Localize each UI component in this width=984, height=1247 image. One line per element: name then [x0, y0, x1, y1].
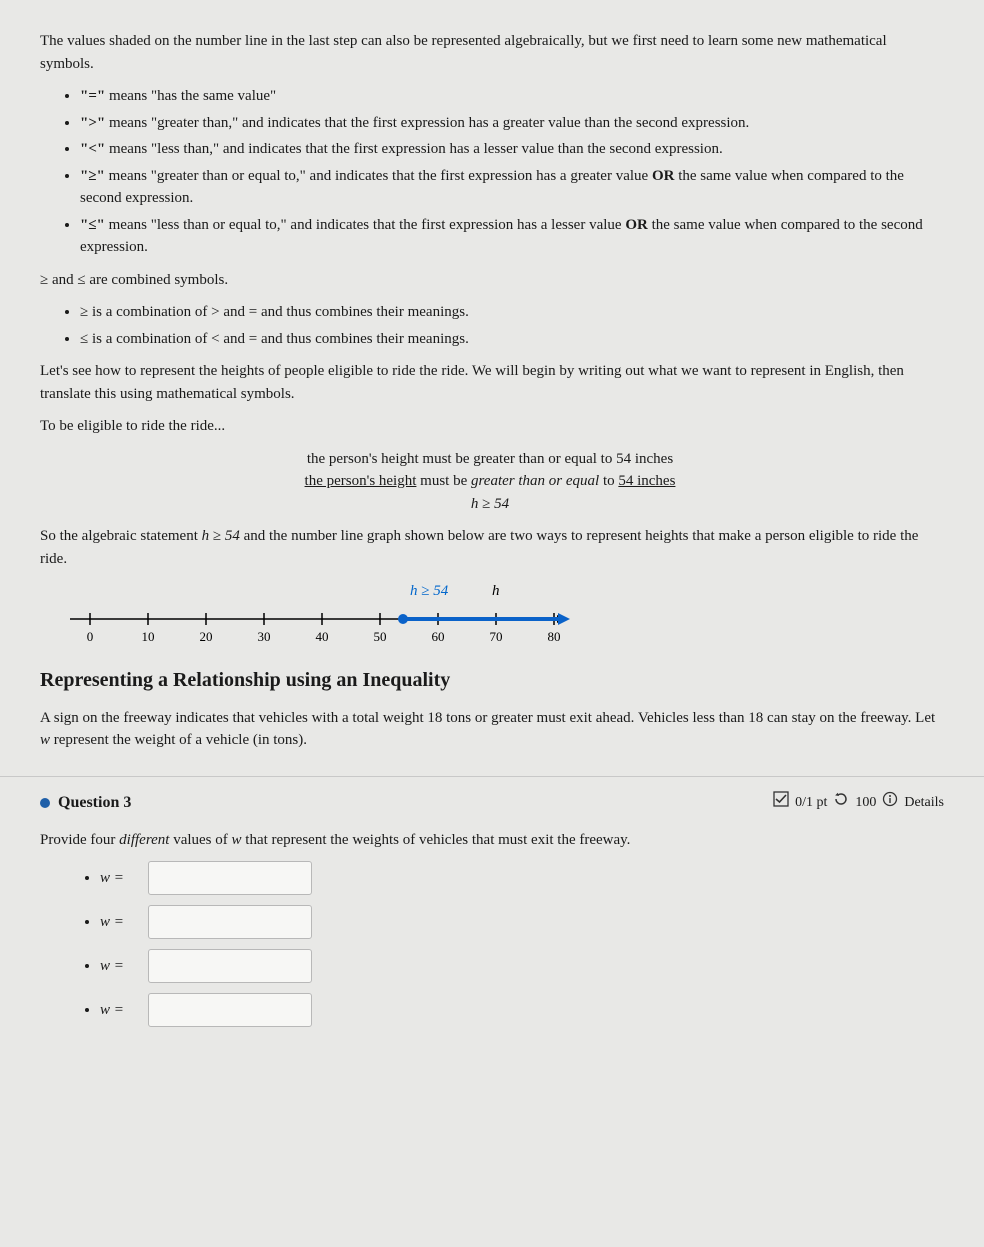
w-equals-label: w = — [100, 911, 140, 934]
translation-line-3: h ≥ 54 — [40, 493, 940, 516]
w-value-input-1[interactable] — [148, 861, 312, 895]
number-line-svg: 0 10 20 30 40 50 60 70 80 — [60, 601, 580, 645]
intro-paragraph: The values shaded on the number line in … — [40, 30, 940, 75]
w-equals-label: w = — [100, 955, 140, 978]
translation-line-2: the person's height must be greater than… — [40, 470, 940, 493]
svg-text:60: 60 — [432, 629, 445, 644]
w-value-input-4[interactable] — [148, 993, 312, 1027]
w-value-input-2[interactable] — [148, 905, 312, 939]
combined-symbols-intro: ≥ and ≤ are combined symbols. — [40, 269, 940, 292]
problem-statement: A sign on the freeway indicates that veh… — [40, 707, 940, 752]
score-text: 0/1 pt — [795, 792, 827, 813]
lets-see-paragraph: Let's see how to represent the heights o… — [40, 360, 940, 405]
retries-text: 100 — [855, 792, 876, 813]
translation-line-1: the person's height must be greater than… — [40, 448, 940, 471]
w-value-input-3[interactable] — [148, 949, 312, 983]
svg-text:20: 20 — [200, 629, 213, 644]
symbol-definitions-list: "=" means "has the same value" ">" means… — [60, 85, 940, 259]
number-line-inequality-label: h ≥ 54 h — [410, 580, 940, 603]
question-prompt: Provide four different values of w that … — [40, 829, 944, 852]
list-item: "=" means "has the same value" — [80, 85, 940, 108]
list-item: w = — [100, 993, 944, 1027]
eligible-intro: To be eligible to ride the ride... — [40, 415, 940, 438]
info-icon — [882, 791, 898, 814]
list-item: w = — [100, 861, 944, 895]
svg-text:40: 40 — [316, 629, 329, 644]
list-item: ≥ is a combination of > and = and thus c… — [80, 301, 940, 324]
question-status-dot-icon — [40, 798, 50, 808]
number-line-graph: h ≥ 54 h 0 10 20 30 40 50 60 70 80 — [60, 580, 940, 645]
list-item: ≤ is a combination of < and = and thus c… — [80, 328, 940, 351]
question-header-row: Question 3 0/1 pt 100 Details — [40, 791, 944, 815]
svg-text:50: 50 — [374, 629, 387, 644]
list-item: "<" means "less than," and indicates tha… — [80, 138, 940, 161]
combined-symbols-list: ≥ is a combination of > and = and thus c… — [60, 301, 940, 350]
details-link[interactable]: Details — [904, 792, 944, 813]
answer-input-list: w = w = w = w = — [80, 861, 944, 1027]
list-item: "≤" means "less than or equal to," and i… — [80, 214, 940, 259]
svg-text:30: 30 — [258, 629, 271, 644]
list-item: "≥" means "greater than or equal to," an… — [80, 165, 940, 210]
question-title: Question 3 — [58, 791, 131, 815]
svg-text:10: 10 — [142, 629, 155, 644]
w-equals-label: w = — [100, 999, 140, 1022]
svg-text:70: 70 — [490, 629, 503, 644]
w-equals-label: w = — [100, 867, 140, 890]
list-item: w = — [100, 949, 944, 983]
so-the-paragraph: So the algebraic statement h ≥ 54 and th… — [40, 525, 940, 570]
section-heading: Representing a Relationship using an Ine… — [40, 665, 940, 695]
svg-text:0: 0 — [87, 629, 94, 644]
checkbox-icon — [773, 791, 789, 814]
retry-icon — [833, 791, 849, 814]
svg-text:80: 80 — [548, 629, 561, 644]
section-divider — [0, 776, 984, 777]
translation-block: the person's height must be greater than… — [40, 448, 940, 516]
list-item: w = — [100, 905, 944, 939]
list-item: ">" means "greater than," and indicates … — [80, 112, 940, 135]
